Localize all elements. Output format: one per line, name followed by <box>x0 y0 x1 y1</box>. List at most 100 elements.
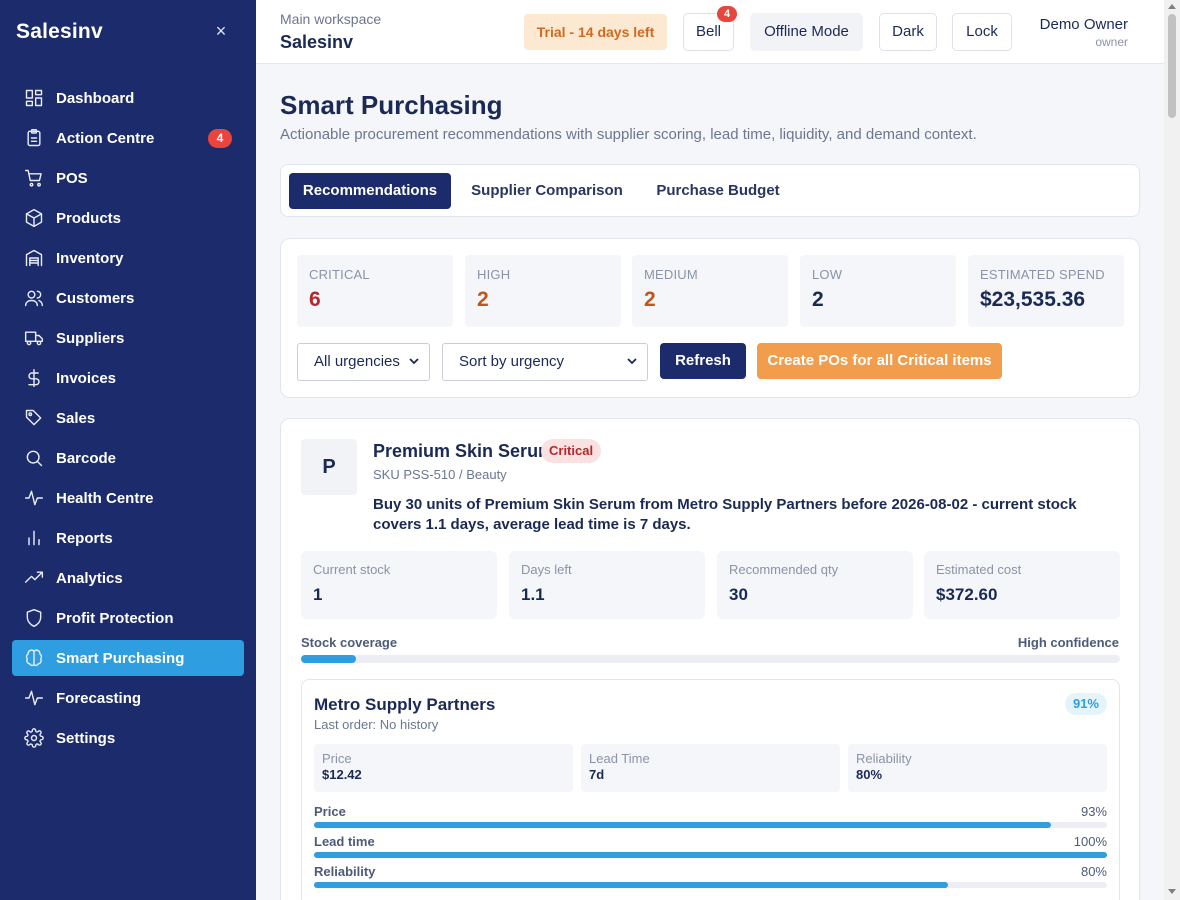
sidebar-item-customers[interactable]: Customers <box>12 280 244 316</box>
tab-supplier-comparison[interactable]: Supplier Comparison <box>463 173 631 209</box>
stock-coverage-label: Stock coverage <box>301 635 398 650</box>
metric-label: Current stock <box>313 562 391 577</box>
scroll-up-arrow-icon[interactable] <box>1168 4 1176 9</box>
dollar-icon <box>24 368 44 388</box>
score-bar-price: Price 93% <box>314 804 1107 830</box>
main-content: Smart Purchasing Actionable procurement … <box>256 64 1164 900</box>
scroll-down-arrow-icon[interactable] <box>1168 889 1176 894</box>
stat-value: $23,535.36 <box>980 288 1086 311</box>
sidebar-item-forecasting[interactable]: Forecasting <box>12 680 244 716</box>
score-bar-track <box>314 852 1107 858</box>
product-name[interactable]: Premium Skin Serum <box>373 441 554 462</box>
supplier-score-badge: 91% <box>1064 693 1107 715</box>
brain-icon <box>24 648 44 668</box>
dark-mode-button[interactable]: Dark <box>879 13 937 51</box>
stock-coverage-bar <box>301 655 1120 663</box>
score-bar-label: Reliability <box>314 864 376 879</box>
sidebar-item-barcode[interactable]: Barcode <box>12 440 244 476</box>
lock-button[interactable]: Lock <box>952 13 1012 51</box>
sidebar-item-action-centre[interactable]: Action Centre 4 <box>12 120 244 156</box>
metric-value: 30 <box>729 585 748 604</box>
stat-value: 2 <box>812 288 824 311</box>
bell-button[interactable]: Bell 4 <box>683 6 737 51</box>
sidebar-item-invoices[interactable]: Invoices <box>12 360 244 396</box>
trial-badge[interactable]: Trial - 14 days left <box>524 14 667 50</box>
page-scrollbar[interactable] <box>1164 0 1180 900</box>
score-bar-reliability: Reliability 80% <box>314 864 1107 890</box>
supplier-box-value: $12.42 <box>322 767 362 782</box>
sidebar-item-label: Forecasting <box>56 689 142 707</box>
sidebar-item-analytics[interactable]: Analytics <box>12 560 244 596</box>
summary-panel: CRITICAL 6 HIGH 2 MEDIUM 2 LOW 2 ESTIMAT… <box>280 238 1140 398</box>
page-title: Smart Purchasing <box>280 90 503 120</box>
sidebar-item-inventory[interactable]: Inventory <box>12 240 244 276</box>
stat-value: 6 <box>309 288 321 311</box>
score-bar-percent: 100% <box>1073 834 1107 849</box>
sidebar-item-health-centre[interactable]: Health Centre <box>12 480 244 516</box>
urgency-filter-select[interactable]: All urgencies <box>297 343 430 381</box>
dashboard-icon <box>24 88 44 108</box>
stat-high: HIGH 2 <box>465 255 621 327</box>
stat-estimated-spend: ESTIMATED SPEND $23,535.36 <box>968 255 1124 327</box>
sidebar-nav: Dashboard Action Centre 4 POS Products I… <box>12 80 244 760</box>
truck-icon <box>24 328 44 348</box>
score-bar-percent: 80% <box>1080 864 1107 879</box>
sidebar-item-label: Health Centre <box>56 489 154 507</box>
score-bar-track <box>314 822 1107 828</box>
sidebar-item-settings[interactable]: Settings <box>12 720 244 756</box>
sidebar-item-products[interactable]: Products <box>12 200 244 236</box>
clipboard-icon <box>24 128 44 148</box>
supplier-box-value: 7d <box>589 767 605 782</box>
gear-icon <box>24 728 44 748</box>
user-menu[interactable]: Demo Owner owner <box>1040 16 1128 49</box>
create-critical-pos-button[interactable]: Create POs for all Critical items <box>757 343 1002 379</box>
close-sidebar-button[interactable]: × <box>212 20 230 42</box>
sort-select[interactable]: Sort by urgency <box>442 343 648 381</box>
offline-mode-button[interactable]: Offline Mode <box>750 13 863 51</box>
metric-label: Estimated cost <box>936 562 1022 577</box>
supplier-box-label: Price <box>322 751 352 766</box>
supplier-name[interactable]: Metro Supply Partners <box>314 695 495 715</box>
stock-coverage-fill <box>301 655 356 663</box>
sidebar-item-label: Sales <box>56 409 96 427</box>
sidebar-item-sales[interactable]: Sales <box>12 400 244 436</box>
sidebar-item-label: Reports <box>56 529 113 547</box>
sidebar-item-suppliers[interactable]: Suppliers <box>12 320 244 356</box>
topbar: Main workspace Salesinv Trial - 14 days … <box>256 0 1164 64</box>
sidebar-item-label: Dashboard <box>56 89 135 107</box>
sidebar-item-label: Settings <box>56 729 116 747</box>
warehouse-icon <box>24 248 44 268</box>
search-icon <box>24 448 44 468</box>
chevron-down-icon <box>627 358 637 365</box>
stat-label: HIGH <box>477 267 511 282</box>
bell-badge: 4 <box>717 6 737 22</box>
page-subtitle: Actionable procurement recommendations w… <box>280 126 977 143</box>
sidebar-item-profit-protection[interactable]: Profit Protection <box>12 600 244 636</box>
stat-label: ESTIMATED SPEND <box>980 267 1105 282</box>
metric-days-left: Days left 1.1 <box>509 551 705 619</box>
sidebar-item-label: Action Centre <box>56 129 155 147</box>
score-bar-fill <box>314 822 1052 828</box>
scrollbar-thumb[interactable] <box>1168 14 1176 118</box>
tab-purchase-budget[interactable]: Purchase Budget <box>643 173 793 209</box>
sidebar-item-smart-purchasing[interactable]: Smart Purchasing <box>12 640 244 676</box>
sidebar-item-pos[interactable]: POS <box>12 160 244 196</box>
workspace-name[interactable]: Salesinv <box>280 32 353 53</box>
brand-logo: Salesinv <box>16 20 103 43</box>
bar-chart-icon <box>24 528 44 548</box>
sidebar-item-dashboard[interactable]: Dashboard <box>12 80 244 116</box>
sidebar-item-reports[interactable]: Reports <box>12 520 244 556</box>
shield-icon <box>24 608 44 628</box>
recommendation-text: Buy 30 units of Premium Skin Serum from … <box>373 496 1077 533</box>
refresh-button[interactable]: Refresh <box>660 343 746 379</box>
sidebar-item-label: Smart Purchasing <box>56 649 185 667</box>
tab-recommendations[interactable]: Recommendations <box>289 173 451 209</box>
product-avatar: P <box>301 439 357 495</box>
sidebar-item-label: Inventory <box>56 249 124 267</box>
sidebar-item-label: Invoices <box>56 369 117 387</box>
supplier-card: Metro Supply Partners Last order: No his… <box>301 679 1120 900</box>
bell-label: Bell <box>695 23 721 40</box>
sidebar-item-label: Customers <box>56 289 135 307</box>
supplier-lead-time-box: Lead Time 7d <box>581 744 840 792</box>
pulse-icon <box>24 688 44 708</box>
